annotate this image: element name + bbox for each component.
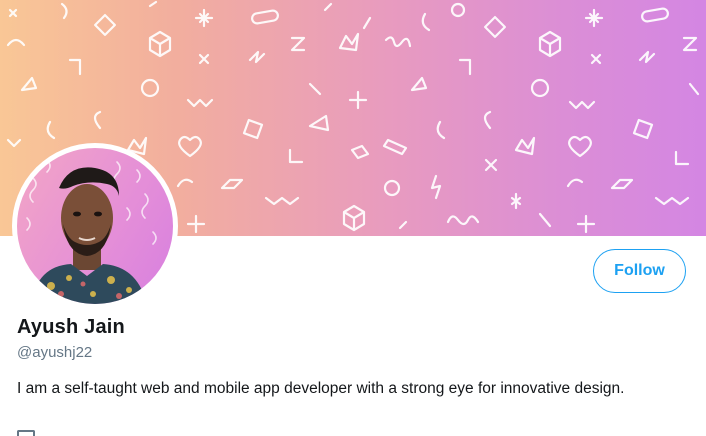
profile-name: Ayush Jain	[17, 316, 125, 338]
profile-avatar[interactable]	[12, 143, 178, 309]
follow-button[interactable]: Follow	[593, 249, 686, 293]
calendar-icon	[17, 430, 35, 436]
avatar-photo	[26, 159, 157, 304]
profile-handle[interactable]: @ayushj22	[17, 344, 92, 361]
profile-bio: I am a self-taught web and mobile app de…	[17, 380, 625, 397]
